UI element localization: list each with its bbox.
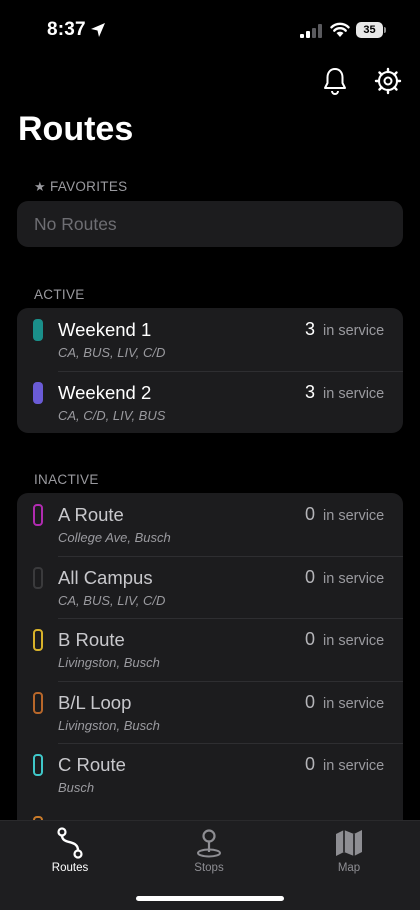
status-time: 8:37 (47, 19, 86, 40)
route-stops: Livingston, Busch (58, 655, 160, 670)
route-stops: CA, BUS, LIV, C/D (58, 345, 166, 360)
wifi-icon (330, 22, 350, 37)
route-row[interactable]: B Route Livingston, Busch 0 in service (17, 618, 403, 681)
inactive-routes-list: A Route College Ave, Busch 0 in service All … (17, 493, 403, 833)
bus-count: 3 (304, 319, 315, 339)
bus-count: 0 (304, 691, 315, 712)
header-actions (0, 66, 420, 98)
service-status: in service (323, 633, 385, 649)
page-title: Routes (18, 110, 134, 148)
inactive-section-label: INACTIVE (34, 472, 99, 487)
route-icon (57, 827, 83, 859)
active-section-label: ACTIVE (34, 287, 85, 302)
route-color-indicator (33, 319, 43, 341)
bus-count: 0 (304, 629, 315, 649)
battery-icon: 35 (356, 22, 386, 38)
tab-label-routes: Routes (51, 862, 89, 874)
pin-icon (197, 829, 221, 858)
route-name: Weekend 2 (58, 381, 152, 403)
route-name: B/L Loop (58, 691, 132, 713)
gear-icon[interactable] (374, 67, 402, 95)
route-row[interactable]: B/L Loop Livingston, Busch 0 in service (17, 680, 403, 744)
active-routes-list: Weekend 1 CA, BUS, LIV, C/D 3 in service Wee… (17, 308, 403, 433)
service-status: in service (323, 508, 385, 524)
tab-routes[interactable]: Routes (30, 827, 110, 874)
tab-label-map: Map (337, 862, 361, 874)
route-row[interactable]: C Route Busch 0 in service (17, 743, 403, 806)
route-stops: Busch (58, 780, 95, 795)
favorites-section-label: ★ FAVORITES (34, 179, 127, 195)
location-arrow-icon (91, 23, 105, 37)
route-color-indicator (33, 381, 43, 404)
route-name: All Campus (58, 566, 153, 588)
route-name: C Route (58, 754, 126, 775)
bus-count: 3 (304, 381, 315, 402)
route-color-indicator (33, 566, 43, 589)
route-row[interactable]: All Campus CA, BUS, LIV, C/D 0 in service (17, 555, 403, 619)
service-status: in service (323, 385, 385, 402)
route-stops: CA, C/D, LIV, BUS (58, 407, 166, 423)
bell-icon[interactable] (322, 66, 348, 96)
battery-level: 35 (356, 22, 383, 38)
tab-stops[interactable]: Stops (169, 827, 249, 874)
route-color-indicator (33, 504, 43, 526)
service-status: in service (323, 695, 385, 712)
route-stops: College Ave, Busch (58, 530, 171, 545)
route-stops: Livingston, Busch (58, 717, 160, 733)
home-indicator (136, 896, 284, 901)
bus-count: 0 (304, 566, 315, 587)
status-bar: 8:37 35 (0, 0, 420, 60)
favorites-label: FAVORITES (49, 179, 128, 194)
route-name: B Route (58, 629, 125, 650)
route-row[interactable]: Weekend 1 CA, BUS, LIV, C/D 3 in service (17, 308, 403, 371)
route-row[interactable]: Weekend 2 CA, C/D, LIV, BUS 3 in service (17, 370, 403, 434)
route-color-indicator (33, 754, 43, 776)
favorites-card: No Routes (17, 201, 403, 247)
service-status: in service (323, 570, 385, 587)
route-name: Weekend 1 (58, 319, 152, 340)
bus-count: 0 (304, 504, 315, 524)
route-stops: CA, BUS, LIV, C/D (58, 592, 166, 608)
bus-count: 0 (304, 754, 315, 774)
favorites-empty-text: No Routes (34, 214, 117, 234)
tab-label-stops: Stops (194, 862, 224, 874)
service-status: in service (323, 758, 385, 774)
cellular-signal-icon (300, 24, 322, 38)
route-color-indicator (33, 691, 43, 714)
route-name: A Route (58, 504, 124, 525)
route-color-indicator (33, 629, 43, 651)
map-icon (336, 830, 362, 856)
route-row[interactable]: A Route College Ave, Busch 0 in service (17, 493, 403, 556)
service-status: in service (323, 323, 385, 339)
star-icon: ★ (34, 179, 46, 194)
tab-map[interactable]: Map (309, 827, 389, 874)
